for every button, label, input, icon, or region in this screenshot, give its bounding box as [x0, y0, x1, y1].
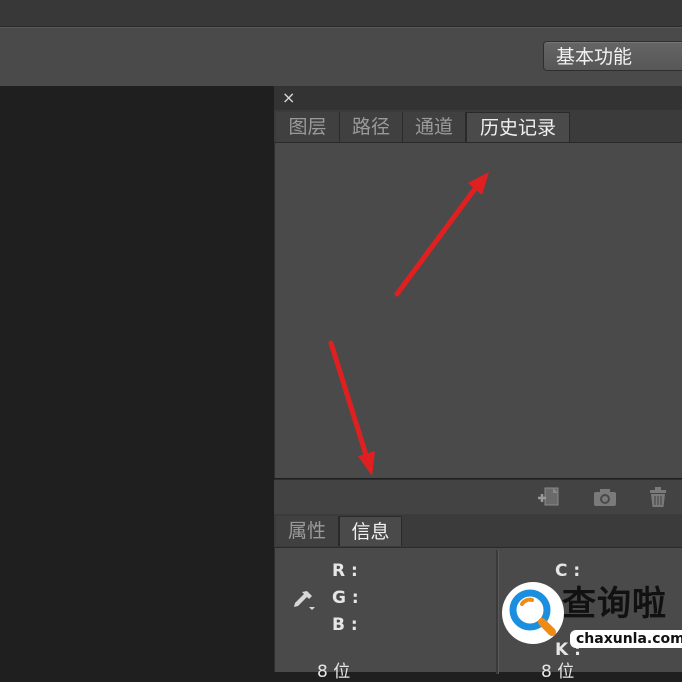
history-panel-footer: [274, 479, 682, 515]
tab-properties[interactable]: 属性: [276, 516, 339, 546]
history-list[interactable]: [274, 143, 682, 478]
tab-channels[interactable]: 通道: [403, 112, 466, 142]
new-document-from-state-icon[interactable]: [536, 485, 562, 509]
document-canvas-area[interactable]: [0, 86, 274, 672]
tab-layers[interactable]: 图层: [276, 112, 340, 142]
app-menu-bar: [0, 0, 682, 27]
info-b-label: B :: [332, 615, 358, 635]
tab-info[interactable]: 信息: [339, 516, 402, 546]
search-magnifier-icon: [509, 589, 556, 636]
eyedropper-icon[interactable]: [289, 588, 317, 614]
options-bar: 基本功能: [0, 27, 682, 87]
history-panel-tabbar: 图层 路径 通道 历史记录: [274, 110, 682, 143]
workspace-switcher[interactable]: 基本功能: [543, 41, 682, 71]
trash-icon[interactable]: [645, 485, 671, 509]
camera-snapshot-icon[interactable]: [592, 485, 618, 509]
tab-history[interactable]: 历史记录: [466, 112, 570, 142]
watermark-badge: [502, 582, 564, 644]
watermark-text: 查询啦: [562, 584, 667, 624]
info-r-label: R :: [332, 561, 358, 581]
tab-paths[interactable]: 路径: [340, 112, 403, 142]
info-panel-tabbar: 属性 信息: [274, 514, 682, 548]
info-bitdepth-left: 8 位: [317, 662, 351, 682]
info-bitdepth-right: 8 位: [541, 662, 575, 682]
panel-group-header: ×: [274, 86, 682, 110]
watermark-url: chaxunla.com: [570, 630, 682, 648]
info-g-label: G :: [332, 588, 359, 608]
close-panel-button[interactable]: ×: [282, 88, 295, 108]
watermark-logo: 查询啦 chaxunla.com: [498, 578, 682, 660]
